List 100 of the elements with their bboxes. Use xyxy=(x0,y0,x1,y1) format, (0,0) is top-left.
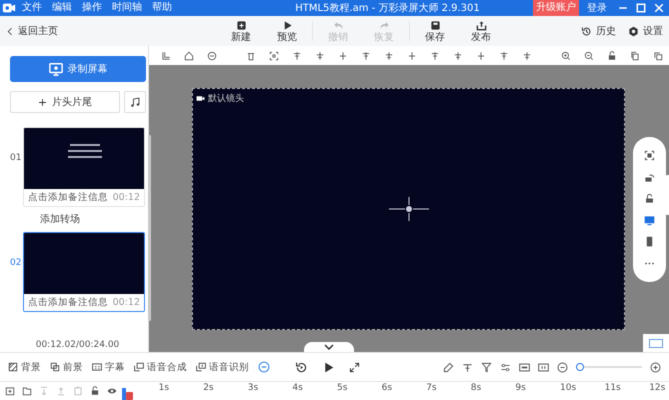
tick-label: 5s xyxy=(337,383,348,393)
menu-item[interactable]: 编辑 xyxy=(52,1,72,15)
corner-icon[interactable] xyxy=(160,50,170,60)
rotate-icon[interactable] xyxy=(644,172,655,183)
music-note-icon xyxy=(130,96,140,108)
record-button[interactable]: 录制屏幕 xyxy=(10,56,146,82)
back-button[interactable]: 返回主页 xyxy=(6,24,218,38)
tick-label: 3s xyxy=(248,383,258,393)
menu-item[interactable]: 帮助 xyxy=(152,1,172,15)
camera-label: 默认镜头 xyxy=(208,92,244,105)
duration-label: 00:12 xyxy=(112,192,140,203)
caption-icon xyxy=(92,362,102,372)
intro-outro-button[interactable]: 片头片尾 xyxy=(10,91,120,113)
tick-label: 10s xyxy=(560,383,576,393)
tick-label: 4s xyxy=(292,383,303,393)
fit-width-icon[interactable] xyxy=(519,362,530,372)
screen-button[interactable] xyxy=(643,334,669,352)
fit-screen-icon[interactable] xyxy=(644,150,655,162)
lock-icon[interactable] xyxy=(606,50,616,60)
menu-item[interactable]: 文件 xyxy=(22,1,42,15)
layers-icon xyxy=(50,362,60,372)
settings-button[interactable]: 设置 xyxy=(628,24,663,38)
scan-icon[interactable] xyxy=(268,50,278,60)
tick-label: 1s xyxy=(158,383,170,393)
plus-icon xyxy=(38,98,47,106)
edit-icon[interactable] xyxy=(443,362,454,372)
tick-label: 11s xyxy=(604,383,621,393)
zoom-out-icon[interactable] xyxy=(584,50,594,60)
tick-label: 12s xyxy=(649,383,666,393)
lock-icon[interactable] xyxy=(90,386,100,396)
music-button[interactable] xyxy=(124,91,146,113)
folder-icon[interactable] xyxy=(22,386,32,396)
window-title: HTML5教程.am - 万彩录屏大师 2.9.301 xyxy=(294,2,481,15)
filter-icon[interactable] xyxy=(481,362,492,372)
zoom-out-icon[interactable] xyxy=(557,362,568,372)
tick-label: 7s xyxy=(426,383,437,393)
ratio-icon[interactable] xyxy=(538,362,549,372)
unlock-icon[interactable] xyxy=(644,193,655,204)
fullscreen-icon[interactable] xyxy=(348,362,360,372)
add-icon[interactable] xyxy=(5,386,15,396)
tool-button[interactable]: 语音识别 xyxy=(196,360,249,374)
login-link[interactable]: 登录 xyxy=(587,1,607,15)
copy-icon[interactable] xyxy=(630,50,640,60)
home-icon[interactable] xyxy=(184,50,194,60)
toolbar-button[interactable]: 发布 xyxy=(458,20,504,42)
chevron-down-icon[interactable] xyxy=(324,344,334,350)
rectangle-icon xyxy=(649,338,663,348)
eye-icon[interactable] xyxy=(107,386,117,396)
monitor-icon xyxy=(48,62,62,76)
scene-number: 01 xyxy=(10,153,22,163)
clipboard-icon[interactable] xyxy=(73,386,83,396)
note-placeholder[interactable]: 点击添加备注信息 xyxy=(28,191,108,204)
scene-card[interactable]: 点击添加备注信息 00:12 xyxy=(23,232,145,312)
settings-icon xyxy=(628,26,639,36)
history-button[interactable]: 历史 xyxy=(581,24,616,38)
redo-icon xyxy=(378,20,390,30)
menu-item[interactable]: 操作 xyxy=(82,1,102,15)
menu-item[interactable]: 时间轴 xyxy=(112,1,142,15)
maximize-icon[interactable] xyxy=(635,2,647,14)
replay-icon[interactable] xyxy=(294,360,308,374)
zoom-in-icon[interactable] xyxy=(560,50,570,60)
tick-label: 6s xyxy=(382,383,392,393)
scene-number: 02 xyxy=(10,258,22,268)
minus-circle-icon[interactable] xyxy=(206,50,216,60)
time-display: 00:12.02/00:24.00 xyxy=(34,340,120,350)
crosshair-icon xyxy=(388,197,428,221)
scrollbar[interactable] xyxy=(148,135,151,321)
scene-card[interactable]: 点击添加备注信息 00:12 xyxy=(23,127,145,207)
camera-icon xyxy=(196,94,205,103)
undo-icon xyxy=(332,20,344,30)
copy-icon[interactable] xyxy=(652,50,662,60)
note-placeholder[interactable]: 点击添加备注信息 xyxy=(28,296,108,309)
speech-icon xyxy=(134,362,144,372)
hatched-square-icon xyxy=(8,362,18,372)
history-icon xyxy=(581,26,592,36)
speech-icon xyxy=(196,362,206,372)
close-icon[interactable] xyxy=(653,2,665,14)
tool-button[interactable]: 字幕 xyxy=(92,360,125,374)
toolbar-button[interactable]: 新建 xyxy=(218,20,264,42)
tick-label: 8s xyxy=(470,383,482,393)
more-circle-icon[interactable] xyxy=(258,361,270,373)
slider-thumb[interactable] xyxy=(576,363,584,371)
phone-icon[interactable] xyxy=(644,236,655,248)
tool-button[interactable]: 前景 xyxy=(50,360,83,374)
sliders-icon[interactable] xyxy=(500,362,511,372)
add-transition-link[interactable]: 添加转场 xyxy=(40,213,146,226)
expand-tab[interactable] xyxy=(304,342,354,352)
save-icon xyxy=(430,20,440,30)
zoom-in-icon[interactable] xyxy=(650,362,661,372)
back-icon xyxy=(6,26,15,36)
toolbar-button[interactable]: 保存 xyxy=(412,20,458,42)
monitor-icon[interactable] xyxy=(644,214,655,226)
add-icon xyxy=(236,20,246,30)
trash-icon[interactable] xyxy=(246,50,256,60)
tick-label: 9s xyxy=(515,383,526,393)
split-icon[interactable] xyxy=(462,362,473,372)
toolbar-button[interactable]: 预览 xyxy=(264,20,310,42)
playhead-marker[interactable] xyxy=(122,386,134,400)
tool-button[interactable]: 背景 xyxy=(8,360,41,374)
tool-button[interactable]: 语音合成 xyxy=(134,360,187,374)
